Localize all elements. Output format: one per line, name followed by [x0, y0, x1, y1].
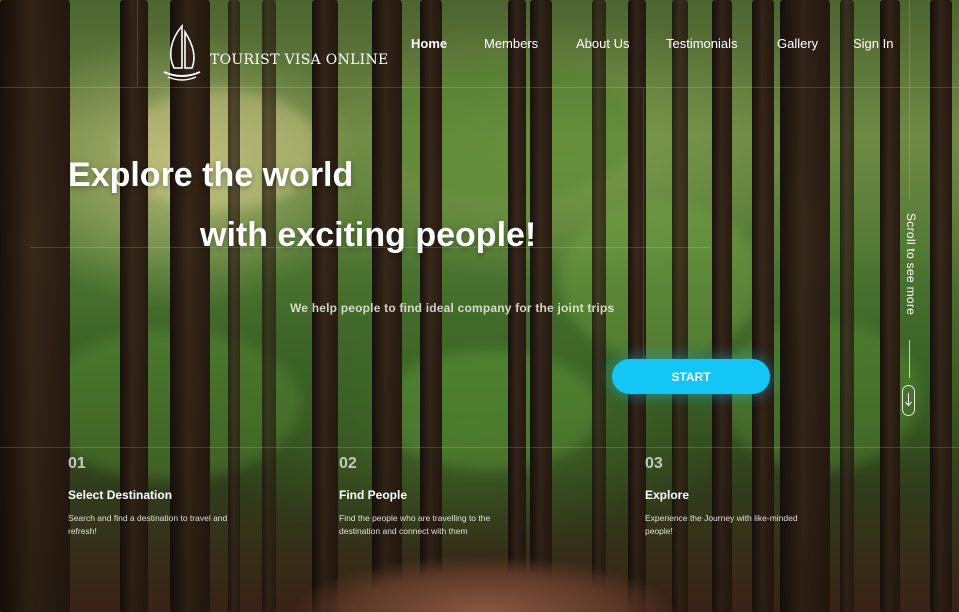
feature-title: Explore [645, 488, 690, 502]
feature-description: Find the people who are travelling to th… [339, 513, 491, 536]
feature-card-find-people: 02 Find People Find the people who are t… [339, 455, 519, 538]
feature-title: Select Destination [68, 488, 173, 502]
hero-heading-line-2: with exciting people! [200, 216, 537, 254]
main-nav: Home Members About Us Testimonials Galle… [0, 36, 959, 56]
nav-sign-in[interactable]: Sign In [853, 36, 893, 51]
nav-members[interactable]: Members [484, 36, 538, 51]
scroll-hint-text: Scroll to see more [904, 213, 918, 316]
nav-about-us[interactable]: About Us [576, 36, 629, 51]
feature-description: Search and find a destination to travel … [68, 513, 228, 536]
feature-description: Experience the Journey with like-minded … [645, 513, 798, 536]
feature-card-explore: 03 Explore Experience the Journey with l… [645, 455, 825, 538]
start-button[interactable]: START [612, 359, 770, 394]
scroll-divider [909, 340, 910, 378]
hero-heading-line-1: Explore the world [68, 156, 354, 194]
arrow-down-icon [905, 393, 912, 407]
nav-home[interactable]: Home [411, 36, 447, 51]
feature-number: 03 [645, 455, 663, 472]
feature-number: 01 [68, 455, 86, 472]
scroll-down-button[interactable] [902, 385, 915, 416]
hero-subtitle: We help people to find ideal company for… [290, 301, 615, 315]
feature-card-select-destination: 01 Select Destination Search and find a … [68, 455, 248, 538]
nav-gallery[interactable]: Gallery [777, 36, 818, 51]
feature-number: 02 [339, 455, 357, 472]
feature-title: Find People [339, 488, 408, 502]
nav-testimonials[interactable]: Testimonials [666, 36, 738, 51]
